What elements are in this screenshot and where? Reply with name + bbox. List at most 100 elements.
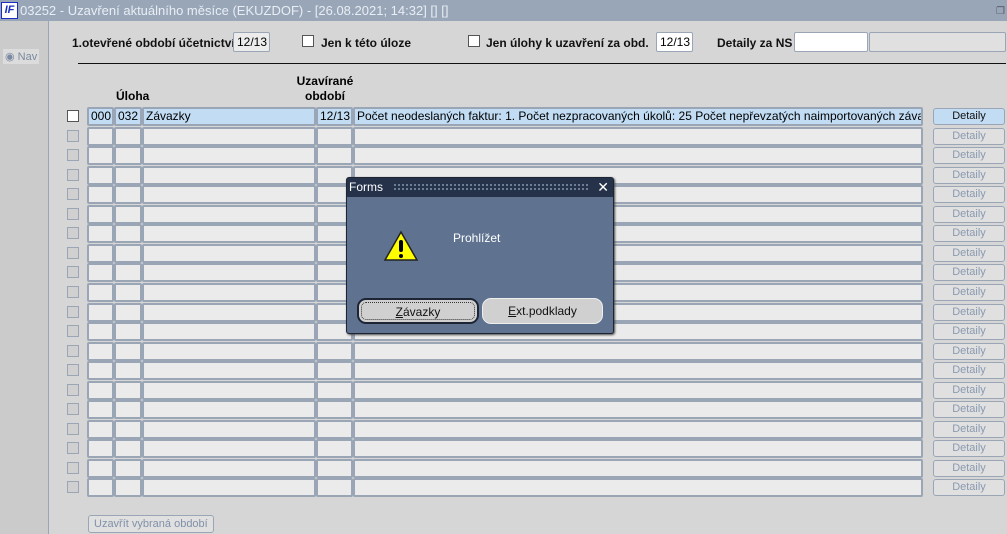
cell-c1[interactable] [87,243,114,263]
cell-c1[interactable] [87,400,114,420]
cell-name[interactable] [142,302,316,322]
cell-name[interactable] [142,380,316,400]
only-task-checkbox[interactable] [302,35,314,47]
cell-c2[interactable] [114,478,142,498]
details-button[interactable]: Detaily [933,283,1005,301]
cell-c2[interactable] [114,419,142,439]
table-row[interactable]: 000 032 Závazky 12/13 Počet neodeslaných fak… [0,107,1007,126]
row-checkbox[interactable] [67,266,79,279]
cell-c1[interactable] [87,380,114,400]
cell-period[interactable] [316,419,353,439]
cell-name[interactable]: Závazky [142,107,316,126]
cell-name[interactable] [142,419,316,439]
table-row[interactable]: Detaily [0,478,1007,498]
details-button[interactable]: Detaily [933,323,1005,341]
cell-c2[interactable] [114,165,142,185]
cell-c1[interactable]: 000 [87,107,114,126]
cell-name[interactable] [142,146,316,166]
details-button[interactable]: Detaily [933,186,1005,204]
close-icon[interactable]: ✕ [597,178,609,197]
details-button[interactable]: Detaily [933,166,1005,184]
details-button[interactable]: Detaily [933,401,1005,419]
cell-info[interactable]: Počet neodeslaných faktur: 1. Počet nezp… [353,107,923,126]
cell-c2[interactable] [114,341,142,361]
cell-c2[interactable] [114,243,142,263]
cell-name[interactable] [142,126,316,146]
cell-period[interactable] [316,146,353,166]
cell-info[interactable] [353,478,923,498]
cell-name[interactable] [142,282,316,302]
cell-c2[interactable] [114,361,142,381]
cell-c2[interactable] [114,322,142,342]
table-row[interactable]: Detaily [0,458,1007,478]
cell-name[interactable] [142,204,316,224]
details-button[interactable]: Detaily [933,127,1005,145]
table-row[interactable]: Detaily [0,126,1007,146]
cell-c2[interactable] [114,224,142,244]
table-row[interactable]: Detaily [0,361,1007,381]
cell-name[interactable] [142,322,316,342]
row-checkbox[interactable] [67,149,79,162]
row-checkbox[interactable] [67,168,79,181]
cell-c1[interactable] [87,419,114,439]
table-row[interactable]: Detaily [0,400,1007,420]
only-close-checkbox[interactable] [468,35,480,47]
ns-code-field[interactable] [794,32,868,52]
row-checkbox[interactable] [67,110,79,122]
cell-c2[interactable] [114,263,142,283]
cell-c2[interactable] [114,146,142,166]
row-checkbox[interactable] [67,325,79,338]
cell-info[interactable] [353,126,923,146]
details-button[interactable]: Detaily [933,420,1005,438]
row-checkbox[interactable] [67,207,79,220]
cell-name[interactable] [142,361,316,381]
cell-period[interactable]: 12/13 [316,107,353,126]
row-checkbox[interactable] [67,285,79,298]
cell-c1[interactable] [87,263,114,283]
details-button[interactable]: Detaily [933,225,1005,243]
cell-info[interactable] [353,419,923,439]
row-checkbox[interactable] [67,246,79,259]
cell-c1[interactable] [87,224,114,244]
cell-c1[interactable] [87,165,114,185]
details-button[interactable]: Detaily [933,459,1005,477]
cell-c1[interactable] [87,146,114,166]
details-button[interactable]: Detaily [933,244,1005,262]
cell-period[interactable] [316,400,353,420]
cell-info[interactable] [353,458,923,478]
cell-info[interactable] [353,400,923,420]
row-checkbox[interactable] [67,481,79,494]
table-row[interactable]: Detaily [0,380,1007,400]
details-button[interactable]: Detaily [933,205,1005,223]
details-button[interactable]: Detaily [933,264,1005,282]
cell-c1[interactable] [87,478,114,498]
cell-c1[interactable] [87,204,114,224]
cell-info[interactable] [353,439,923,459]
cell-c1[interactable] [87,361,114,381]
cell-c2[interactable] [114,380,142,400]
cell-name[interactable] [142,341,316,361]
cell-c1[interactable] [87,302,114,322]
restore-window-icon[interactable]: ❐ [996,1,1005,22]
cell-c2[interactable] [114,204,142,224]
cell-info[interactable] [353,380,923,400]
cell-name[interactable] [142,243,316,263]
cell-c1[interactable] [87,458,114,478]
details-button[interactable]: Detaily [933,440,1005,458]
only-close-period-field[interactable]: 12/13 [656,32,693,52]
first-open-period-field[interactable]: 12/13 [233,32,270,52]
cell-c1[interactable] [87,341,114,361]
cell-c1[interactable] [87,282,114,302]
cell-period[interactable] [316,341,353,361]
details-button[interactable]: Detaily [933,342,1005,360]
cell-period[interactable] [316,380,353,400]
cell-c2[interactable] [114,439,142,459]
cell-name[interactable] [142,185,316,205]
nav-radio[interactable]: ◉ Nav [3,49,40,64]
table-row[interactable]: Detaily [0,146,1007,166]
details-button[interactable]: Detaily [933,108,1005,125]
drag-grip[interactable] [393,183,589,192]
details-button[interactable]: Detaily [933,381,1005,399]
cell-info[interactable] [353,361,923,381]
ext-podklady-button[interactable]: Ext.podklady [482,298,603,324]
